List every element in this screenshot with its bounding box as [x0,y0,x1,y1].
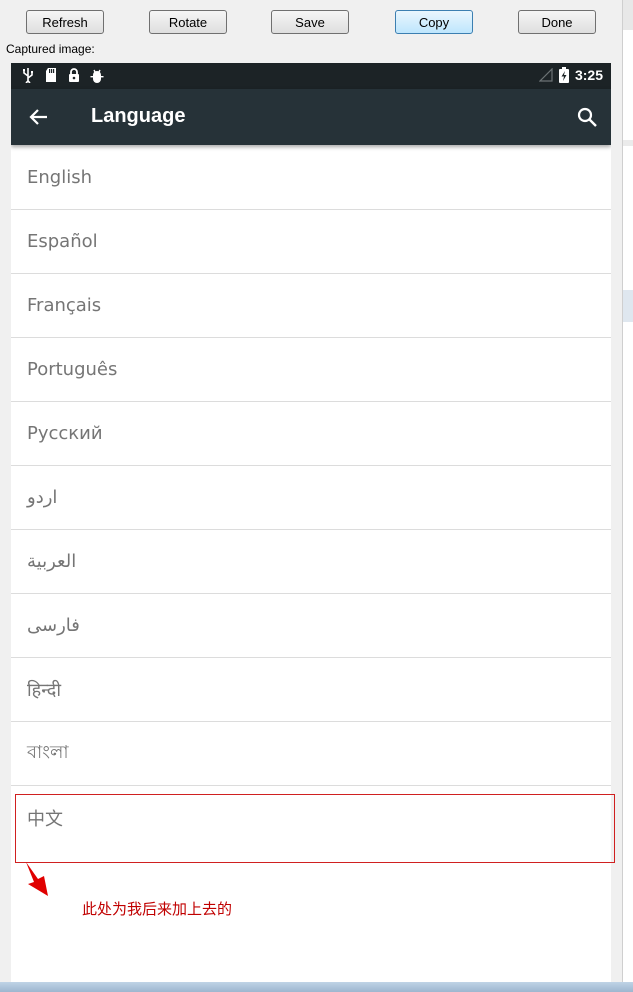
language-item-persian[interactable]: فارسی [11,594,611,658]
page-title: Language [91,105,186,127]
language-list: English Español Français Português Русск… [11,145,611,850]
background-window-strip [622,0,633,982]
back-arrow-icon[interactable] [27,105,51,129]
refresh-button[interactable]: Refresh [26,10,104,34]
annotation-arrow-icon [26,862,48,896]
save-button[interactable]: Save [271,10,349,34]
language-item-portuguese[interactable]: Português [11,338,611,402]
annotation-text: 此处为我后来加上去的 [82,900,233,918]
usb-icon [23,68,33,83]
language-item-french[interactable]: Français [11,274,611,338]
status-bar: 3:25 [11,63,611,89]
captured-image-label: Captured image: [6,42,95,56]
done-button[interactable]: Done [518,10,596,34]
language-item-arabic[interactable]: العربية [11,530,611,594]
android-debug-icon [90,69,104,83]
language-item-hindi[interactable]: हिन्दी [11,658,611,722]
copy-button[interactable]: Copy [395,10,473,34]
signal-icon [538,68,553,82]
language-item-english[interactable]: English [11,145,611,210]
language-item-urdu[interactable]: اردو [11,466,611,530]
sd-card-icon [46,68,56,82]
strip-panel [623,290,633,322]
rotate-button[interactable]: Rotate [149,10,227,34]
language-item-bengali[interactable]: বাংলা [11,722,611,786]
language-item-spanish[interactable]: Español [11,210,611,274]
app-bar: Language [11,89,611,145]
language-item-russian[interactable]: Русский [11,402,611,466]
lock-icon [69,68,79,82]
status-clock: 3:25 [574,67,603,83]
search-icon[interactable] [575,105,599,129]
strip-header [623,0,633,30]
os-taskbar [0,982,633,992]
annotation-highlight-box [15,794,615,863]
battery-charging-icon [558,67,569,83]
strip-divider [623,140,633,146]
capture-toolbar: Refresh Rotate Save Copy Done [0,0,633,42]
